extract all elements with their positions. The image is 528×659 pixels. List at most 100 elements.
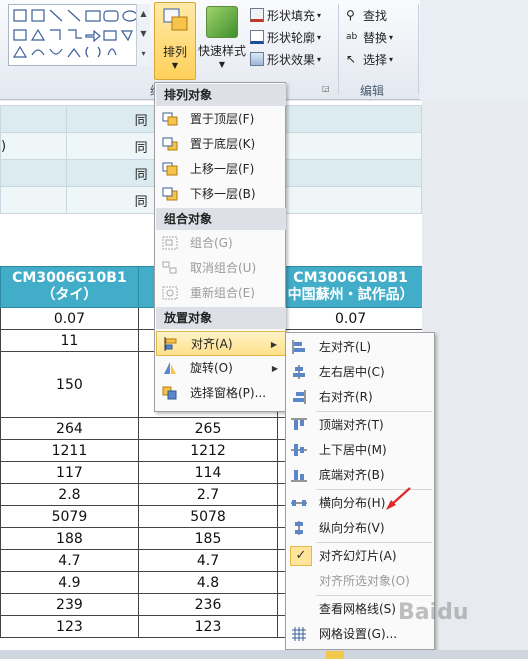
table-cell[interactable]: 265: [137, 417, 279, 440]
menu-item-distribute-vertically[interactable]: 纵向分布(V): [287, 516, 435, 541]
table-cell: [0, 105, 67, 133]
menu-separator: [316, 542, 432, 543]
table-cell[interactable]: 264: [0, 417, 139, 440]
menu-item-align-top[interactable]: 顶端对齐(T): [287, 413, 435, 438]
menu-item-align-middle[interactable]: 上下居中(M): [287, 438, 435, 463]
menu-item-bring-to-front[interactable]: 置于顶层(F): [156, 107, 286, 132]
menu-item-label: 重新组合(E): [190, 286, 255, 300]
chevron-down-icon: ▾: [389, 54, 394, 64]
shapes-gallery[interactable]: [8, 4, 150, 66]
table-cell[interactable]: 4.7: [0, 549, 139, 572]
shape-outline-button[interactable]: 形状轮廓 ▾: [250, 26, 334, 48]
distribute-vertical-icon: [295, 521, 303, 535]
quick-styles-icon: [206, 6, 238, 38]
column-header-line: （タイ）: [41, 287, 98, 303]
table-cell[interactable]: 5079: [0, 505, 139, 528]
menu-item-label: 底端对齐(B): [319, 468, 385, 482]
shape-effects-icon: [250, 52, 264, 66]
align-center-icon: [293, 365, 305, 379]
table-cell[interactable]: 11: [0, 329, 139, 352]
menu-item-align-left[interactable]: 左对齐(L): [287, 335, 435, 360]
menu-item-label: 网格设置(G)...: [319, 627, 398, 641]
table-cell[interactable]: 2.8: [0, 483, 139, 506]
table-cell[interactable]: 185: [137, 527, 279, 550]
table-cell: [0, 186, 67, 214]
menu-item-label: 下移一层(B): [190, 187, 256, 201]
status-bar-indicator: [326, 651, 344, 659]
menu-section-position: 放置对象: [156, 307, 286, 329]
menu-item-label: 顶端对齐(T): [319, 418, 384, 432]
selection-pane-icon: [162, 386, 177, 400]
menu-item-send-backward[interactable]: 下移一层(B): [156, 182, 286, 207]
menu-item-align-to-slide[interactable]: ✓ 对齐幻灯片(A): [287, 544, 435, 569]
ribbon-empty-area: [420, 0, 528, 100]
dialog-launcher-icon[interactable]: ◲: [322, 84, 330, 93]
table-cell[interactable]: 1212: [137, 439, 279, 462]
select-button[interactable]: ↖ 选择 ▾: [346, 48, 416, 70]
shape-fill-button[interactable]: 形状填充 ▾: [250, 4, 334, 26]
menu-item-align-right[interactable]: 右对齐(R): [287, 385, 435, 410]
menu-item-selection-pane[interactable]: 选择窗格(P)...: [156, 381, 286, 406]
menu-item-label: 取消组合(U): [190, 261, 257, 275]
ribbon-separator: [418, 4, 419, 94]
menu-separator: [316, 411, 432, 412]
menu-separator: [316, 489, 432, 490]
menu-item-bring-forward[interactable]: 上移一层(F): [156, 157, 286, 182]
table-cell: 同: [65, 159, 155, 187]
menu-item-label: 旋转(O): [190, 361, 233, 375]
chevron-down-icon: ▼: [218, 60, 226, 69]
table-cell[interactable]: 114: [137, 461, 279, 484]
table-cell[interactable]: 188: [0, 527, 139, 550]
table-cell[interactable]: 2.7: [137, 483, 279, 506]
arrange-icon: [163, 8, 188, 31]
column-header: CM3006G10B1 中国蘇州・試作品）: [277, 266, 424, 308]
menu-item-label: 左对齐(L): [319, 340, 372, 354]
quick-styles-label: 快速样式: [198, 44, 247, 58]
table-cell[interactable]: 1211: [0, 439, 139, 462]
menu-item-align-bottom[interactable]: 底端对齐(B): [287, 463, 435, 488]
menu-item-label: 纵向分布(V): [319, 521, 385, 535]
table-cell[interactable]: 4.7: [137, 549, 279, 572]
shapes-gallery-scroll[interactable]: ▲ ▼ ▾: [136, 4, 150, 66]
menu-item-label: 左右居中(C): [319, 365, 385, 379]
table-cell[interactable]: 123: [137, 615, 279, 638]
chevron-down-icon: ▾: [317, 32, 322, 42]
quick-styles-button[interactable]: 快速样式 ▼: [198, 2, 246, 76]
table-cell[interactable]: 5078: [137, 505, 279, 528]
align-top-icon: [291, 418, 307, 430]
table-cell: 同: [65, 105, 155, 133]
menu-item-label: 对齐幻灯片(A): [319, 549, 397, 563]
menu-item-label: 组合(G): [190, 236, 233, 250]
chevron-down-icon: ▾: [317, 54, 322, 64]
select-label: 选择: [363, 52, 388, 67]
shape-fill-label: 形状填充: [267, 8, 316, 23]
table-cell[interactable]: 4.9: [0, 571, 139, 594]
table-cell[interactable]: 150: [0, 351, 139, 418]
menu-item-send-to-back[interactable]: 置于底层(K): [156, 132, 286, 157]
arrange-button[interactable]: 排列 ▼: [154, 2, 196, 80]
shape-effects-button[interactable]: 形状效果 ▾: [250, 48, 334, 70]
find-button[interactable]: ⚲ 查找: [346, 4, 416, 26]
menu-item-rotate[interactable]: 旋转(O) ▶: [156, 356, 286, 381]
table-cell[interactable]: 117: [0, 461, 139, 484]
table-cell: ): [0, 132, 67, 160]
menu-item-label: 对齐所选对象(O): [319, 574, 410, 588]
table-cell[interactable]: 0.07: [0, 307, 139, 330]
find-label: 查找: [363, 8, 388, 23]
send-backward-icon: [162, 187, 178, 201]
chevron-down-icon: ▾: [389, 32, 394, 42]
table-cell[interactable]: 0.07: [277, 307, 424, 330]
menu-item-align-center[interactable]: 左右居中(C): [287, 360, 435, 385]
table-cell[interactable]: 4.8: [137, 571, 279, 594]
menu-item-label: 置于底层(K): [190, 137, 256, 151]
table-cell[interactable]: 236: [137, 593, 279, 616]
replace-button[interactable]: ab 替换 ▾: [346, 26, 416, 48]
column-header-line: CM3006G10B1: [12, 270, 127, 286]
edit-commands: ⚲ 查找 ab 替换 ▾ ↖ 选择 ▾: [346, 4, 416, 70]
menu-item-label: 上移一层(F): [190, 162, 255, 176]
binoculars-icon: ⚲: [346, 8, 355, 22]
table-cell[interactable]: 239: [0, 593, 139, 616]
table-cell[interactable]: 123: [0, 615, 139, 638]
menu-item-regroup: 重新组合(E): [156, 281, 286, 306]
menu-item-align[interactable]: 对齐(A) ▶: [156, 331, 286, 356]
